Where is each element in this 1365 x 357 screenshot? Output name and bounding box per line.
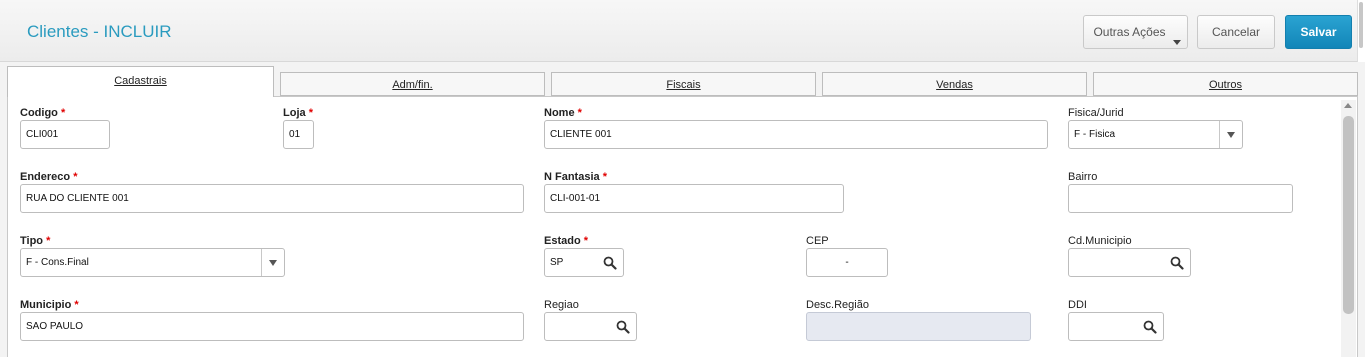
codigo-field[interactable]: CLI001: [20, 120, 110, 149]
loja-label: Loja *: [283, 107, 313, 119]
loja-field[interactable]: 01: [283, 120, 314, 149]
tipo-value: F - Cons.Final: [26, 257, 89, 268]
cd-municipio-field[interactable]: [1068, 248, 1191, 277]
nome-field[interactable]: CLIENTE 001: [544, 120, 1048, 149]
regiao-field[interactable]: [544, 312, 637, 341]
tab-label: Fiscais: [666, 79, 701, 91]
tab-fiscais[interactable]: Fiscais: [551, 72, 816, 96]
bairro-label: Bairro: [1068, 171, 1098, 183]
outras-acoes-label: Outras Ações: [1093, 25, 1166, 39]
municipio-label: Municipio *: [20, 299, 79, 311]
salvar-button[interactable]: Salvar: [1285, 15, 1352, 49]
tab-label: Vendas: [936, 79, 973, 91]
n-fantasia-label: N Fantasia *: [544, 171, 607, 183]
estado-value: SP: [550, 257, 564, 268]
cep-field[interactable]: -: [806, 248, 888, 277]
municipio-field[interactable]: SAO PAULO: [20, 312, 524, 341]
tab-vendas[interactable]: Vendas: [822, 72, 1087, 96]
scroll-up-icon[interactable]: [1344, 103, 1352, 108]
caret-down-icon: [1173, 40, 1181, 45]
tab-adm-fin[interactable]: Adm/fin.: [280, 72, 545, 96]
desc-regiao-field: [806, 312, 1031, 341]
magnifier-icon[interactable]: [603, 256, 617, 270]
tipo-select[interactable]: F - Cons.Final: [20, 248, 285, 277]
desc-regiao-label: Desc.Região: [806, 299, 869, 311]
tab-label: Cadastrais: [114, 75, 167, 87]
form-scrollbar-thumb[interactable]: [1343, 116, 1354, 314]
ddi-label: DDI: [1068, 299, 1087, 311]
cep-label: CEP: [806, 235, 829, 247]
app-window: Clientes - INCLUIR Outras Ações Cancelar…: [0, 0, 1365, 357]
outras-acoes-button[interactable]: Outras Ações: [1083, 15, 1188, 49]
ddi-field[interactable]: [1068, 312, 1164, 341]
n-fantasia-field[interactable]: CLI-001-01: [544, 184, 844, 213]
chevron-down-icon: [1227, 132, 1235, 138]
tab-outros[interactable]: Outros: [1093, 72, 1358, 96]
magnifier-icon[interactable]: [1170, 256, 1184, 270]
fisica-jurid-value: F - Fisica: [1074, 129, 1116, 140]
fisica-jurid-select[interactable]: F - Fisica: [1068, 120, 1243, 149]
fisica-jurid-label: Fisica/Jurid: [1068, 107, 1124, 119]
select-divider: [1219, 121, 1220, 148]
magnifier-icon[interactable]: [616, 320, 630, 334]
nome-label: Nome *: [544, 107, 582, 119]
estado-label: Estado *: [544, 235, 589, 247]
bairro-field[interactable]: [1068, 184, 1293, 213]
tipo-label: Tipo *: [20, 235, 51, 247]
codigo-label: Codigo *: [20, 107, 66, 119]
endereco-label: Endereco *: [20, 171, 78, 183]
tab-cadastrais[interactable]: Cadastrais: [7, 66, 274, 97]
tab-label: Adm/fin.: [392, 79, 433, 91]
tab-label: Outros: [1208, 79, 1242, 91]
magnifier-icon[interactable]: [1143, 320, 1157, 334]
select-divider: [261, 249, 262, 276]
header-scrollbar-thumb[interactable]: [1359, 2, 1363, 48]
regiao-label: Regiao: [544, 299, 579, 311]
estado-field[interactable]: SP: [544, 248, 624, 277]
page-title: Clientes - INCLUIR: [27, 22, 172, 41]
cd-municipio-label: Cd.Municipio: [1068, 235, 1132, 247]
chevron-down-icon: [269, 260, 277, 266]
endereco-field[interactable]: RUA DO CLIENTE 001: [20, 184, 524, 213]
cancelar-button[interactable]: Cancelar: [1197, 15, 1275, 49]
